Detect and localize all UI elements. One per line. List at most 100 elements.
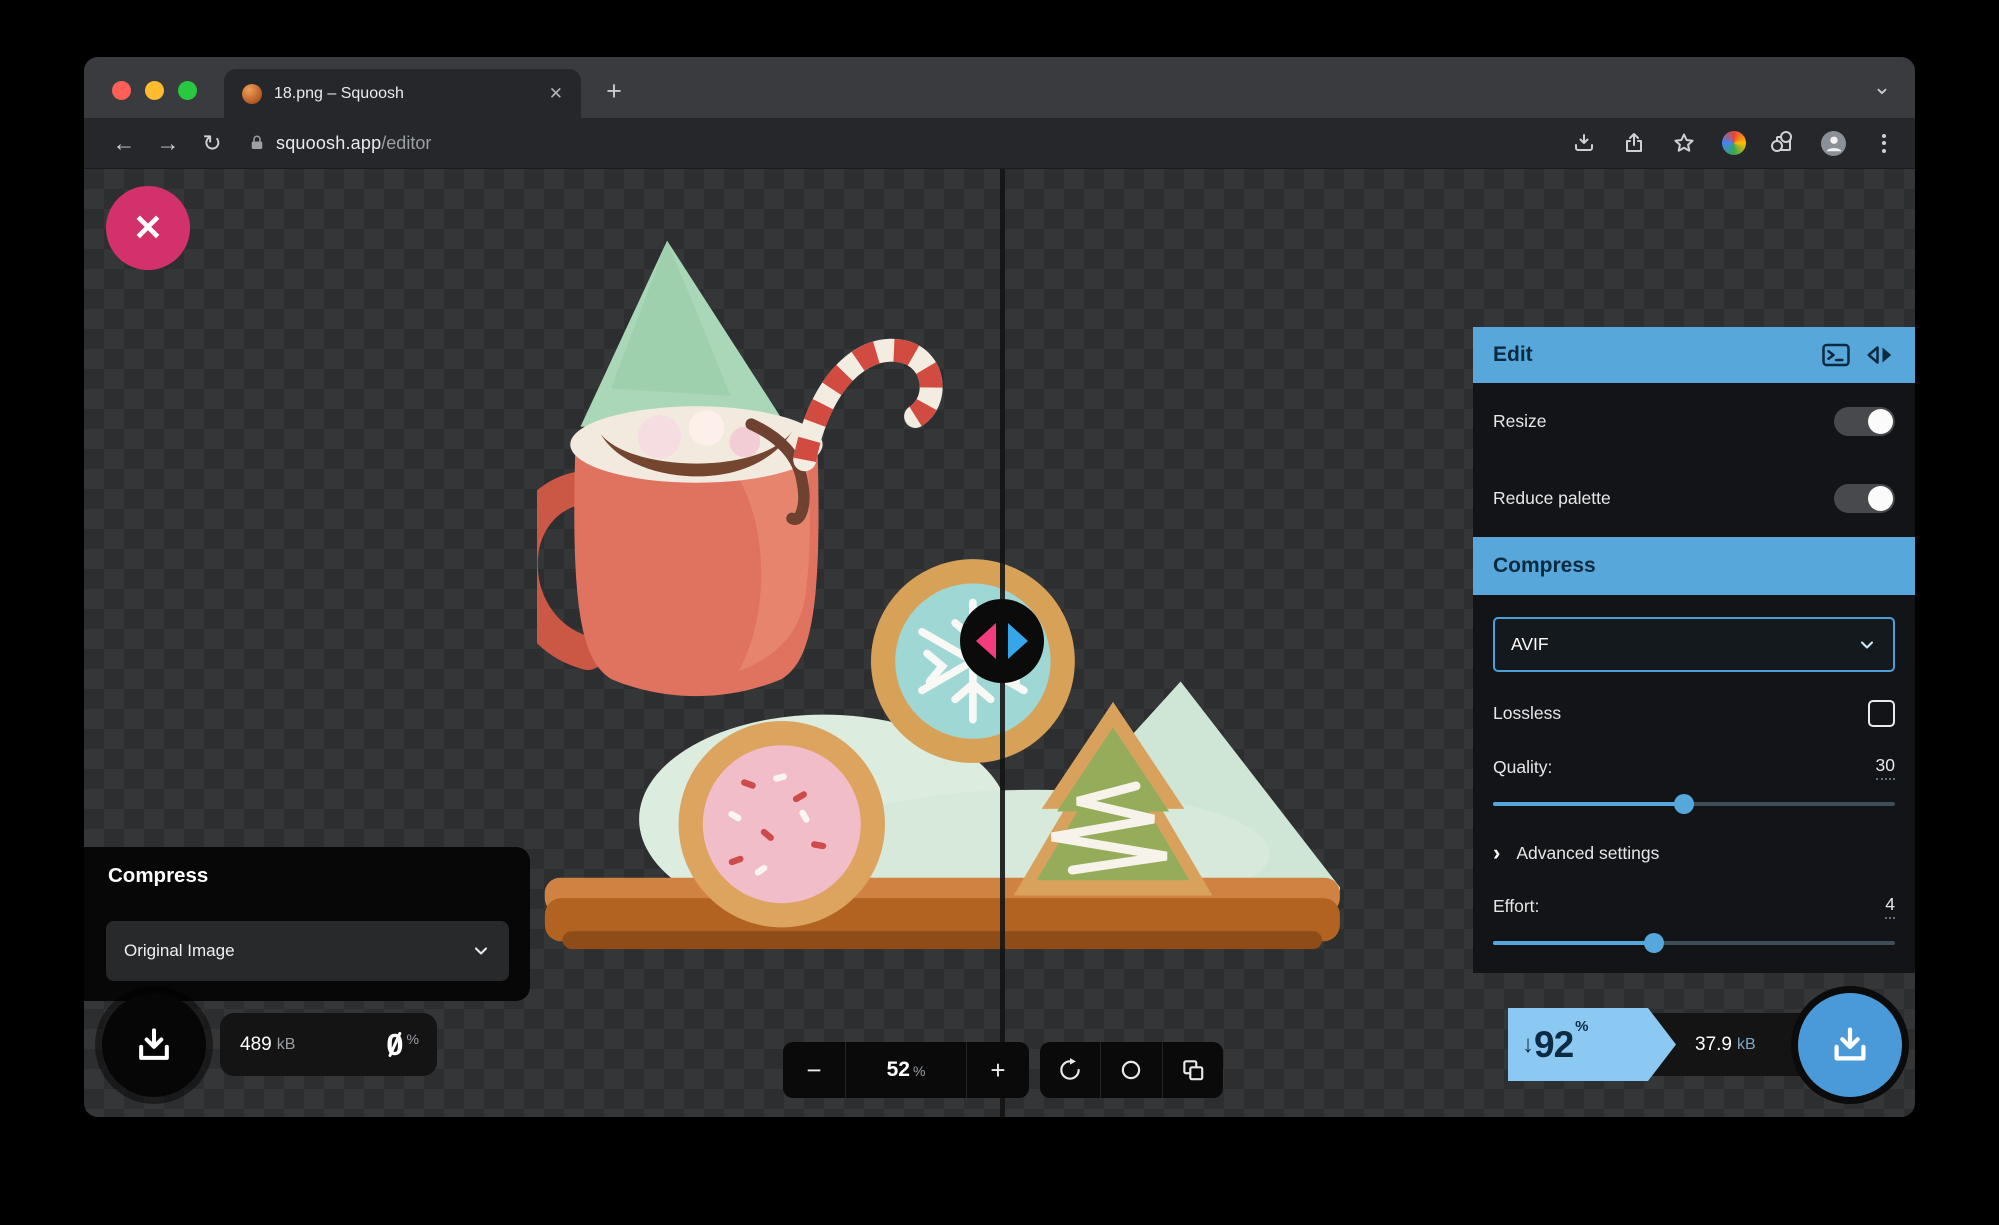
down-arrow-icon: ↓ — [1522, 1030, 1534, 1058]
view-controls — [1040, 1042, 1223, 1098]
effort-value[interactable]: 4 — [1885, 894, 1895, 919]
new-tab-button[interactable]: + — [596, 74, 632, 110]
resize-label: Resize — [1493, 411, 1547, 431]
zoom-percent-sign: % — [912, 1063, 926, 1079]
original-image-panel: Compress Original Image — [84, 847, 530, 1001]
extensions-puzzle-icon[interactable] — [1770, 130, 1797, 157]
reduce-palette-toggle[interactable] — [1834, 484, 1895, 513]
zoom-window-button[interactable] — [178, 81, 197, 100]
slider-knob[interactable] — [1674, 794, 1695, 814]
toggle-knob — [1868, 486, 1893, 511]
savings-percent-sign: % — [1575, 1018, 1589, 1035]
squoosh-favicon — [242, 83, 262, 104]
compress-header: Compress — [1473, 537, 1915, 595]
lossless-row: Lossless — [1493, 700, 1895, 727]
rotate-button[interactable] — [1040, 1042, 1100, 1098]
original-panel-title: Compress — [84, 847, 530, 905]
close-window-button[interactable] — [112, 81, 131, 100]
original-size-pill: 489 kB 0 % — [220, 1013, 437, 1076]
advanced-settings-label: Advanced settings — [1516, 842, 1660, 863]
back-button[interactable]: ← — [102, 130, 146, 157]
install-app-icon[interactable] — [1570, 130, 1597, 157]
chevron-right-icon: › — [1493, 840, 1501, 865]
terminal-icon[interactable] — [1821, 340, 1851, 370]
forward-button[interactable]: → — [146, 130, 190, 157]
quality-slider[interactable] — [1493, 794, 1895, 814]
effort-row: Effort: 4 — [1493, 894, 1895, 919]
reduce-palette-label: Reduce palette — [1493, 488, 1611, 508]
split-handle[interactable] — [960, 599, 1044, 683]
bookmark-star-icon[interactable] — [1670, 130, 1697, 157]
tree-triangle — [580, 240, 787, 427]
browser-toolbar: ← → ↻ squoosh.app/editor — [84, 118, 1915, 169]
codec-value: AVIF — [1511, 634, 1549, 654]
chevron-down-icon — [1860, 640, 1874, 649]
image-preview[interactable] — [537, 233, 1340, 972]
original-image-select[interactable]: Original Image — [106, 921, 509, 981]
tab-strip: 18.png – Squoosh ✕ + ⌄ — [84, 57, 1915, 118]
resize-toggle[interactable] — [1834, 407, 1895, 436]
url-host: squoosh.app — [276, 132, 382, 153]
tray — [544, 877, 1340, 950]
address-bar[interactable]: squoosh.app/editor — [248, 133, 431, 154]
split-right-arrow-icon — [1008, 623, 1028, 659]
tab-search-chevron-icon[interactable]: ⌄ — [1867, 73, 1897, 103]
options-panel: Edit Resize Reduce palette Compress AVIF… — [1473, 327, 1915, 973]
original-size-value: 489 — [240, 1033, 272, 1055]
theme-color-icon[interactable] — [1720, 130, 1747, 157]
zoom-level[interactable]: 52 % — [845, 1042, 967, 1098]
advanced-settings-row[interactable]: › Advanced settings — [1493, 840, 1895, 866]
original-select-value: Original Image — [124, 941, 235, 960]
download-compressed-button[interactable] — [1798, 993, 1902, 1097]
resize-row: Resize — [1473, 383, 1915, 460]
share-icon[interactable] — [1620, 130, 1647, 157]
toggle-background-button[interactable] — [1100, 1042, 1161, 1098]
close-image-button[interactable]: ✕ — [106, 186, 190, 270]
reload-button[interactable]: ↻ — [190, 130, 234, 157]
compressed-size-value: 37.9 — [1695, 1033, 1732, 1055]
slider-knob[interactable] — [1643, 933, 1664, 953]
original-size-unit: kB — [276, 1035, 296, 1053]
zoom-controls: − 52 % + — [783, 1042, 1029, 1098]
savings-badge: ↓ 92 % — [1508, 1008, 1676, 1081]
tab-close-icon[interactable]: ✕ — [549, 84, 563, 104]
effort-slider[interactable] — [1493, 933, 1895, 953]
compress-title: Compress — [1493, 554, 1596, 577]
download-original-button[interactable] — [102, 993, 206, 1097]
download-icon — [1834, 1027, 1866, 1061]
quality-row: Quality: 30 — [1493, 755, 1895, 780]
lock-icon — [251, 135, 263, 149]
candy-cane — [793, 338, 943, 472]
zoom-in-button[interactable]: + — [967, 1042, 1029, 1098]
lossless-checkbox[interactable] — [1868, 700, 1895, 727]
split-left-arrow-icon — [976, 623, 996, 659]
url-path: /editor — [381, 132, 432, 153]
toggle-knob — [1868, 409, 1893, 434]
delta-percent-sign: % — [406, 1031, 419, 1047]
quality-value[interactable]: 30 — [1875, 755, 1895, 780]
chevron-down-icon — [474, 947, 488, 955]
editor-canvas: ✕ Edit Resize Reduce palette Compress AV… — [84, 169, 1915, 1117]
compressed-size-unit: kB — [1736, 1035, 1756, 1053]
edit-header: Edit — [1473, 327, 1915, 383]
codec-select[interactable]: AVIF — [1493, 617, 1895, 672]
quality-label: Quality: — [1493, 757, 1553, 777]
lossless-label: Lossless — [1493, 703, 1562, 723]
delta-zero: 0 — [386, 1027, 404, 1062]
browser-tab[interactable]: 18.png – Squoosh ✕ — [224, 69, 581, 118]
edit-title: Edit — [1493, 343, 1533, 366]
original-delta: 0 % — [386, 1029, 419, 1060]
tab-title: 18.png – Squoosh — [274, 84, 404, 102]
two-up-compare-icon[interactable] — [1865, 340, 1895, 370]
toggle-overlay-button[interactable] — [1161, 1042, 1223, 1098]
reduce-palette-row: Reduce palette — [1473, 460, 1915, 537]
download-icon — [139, 1028, 169, 1060]
profile-avatar[interactable] — [1820, 130, 1847, 157]
slider-fill — [1493, 941, 1654, 945]
slider-fill — [1493, 802, 1685, 806]
zoom-out-button[interactable]: − — [783, 1042, 845, 1098]
browser-window: 18.png – Squoosh ✕ + ⌄ ← → ↻ squoosh.app… — [84, 57, 1915, 1117]
mug — [537, 406, 823, 697]
minimize-window-button[interactable] — [145, 81, 164, 100]
browser-menu-icon[interactable] — [1870, 130, 1897, 157]
